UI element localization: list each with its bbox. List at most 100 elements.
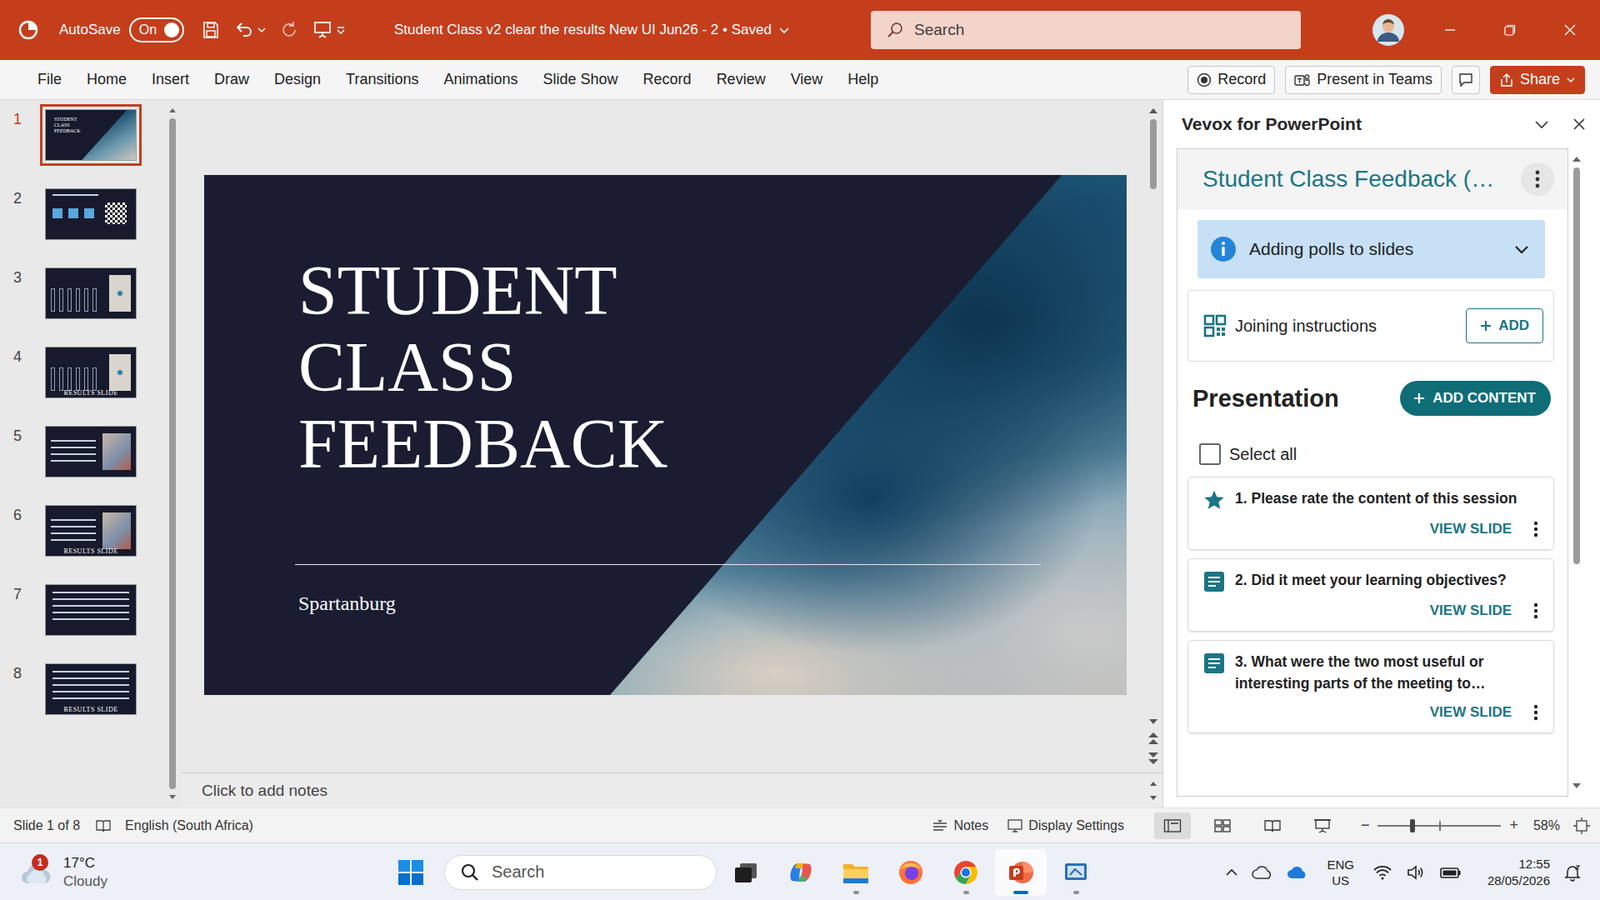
- thumbnail-scrollbar[interactable]: [166, 100, 179, 808]
- pane-scrollbar[interactable]: [1568, 148, 1585, 797]
- notes-scrollbar[interactable]: [1144, 780, 1163, 802]
- ribbon-tab[interactable]: Draw: [201, 67, 262, 92]
- redo-icon[interactable]: [279, 20, 300, 40]
- language[interactable]: English (South Africa): [125, 818, 254, 834]
- more-icon[interactable]: [1533, 704, 1539, 721]
- copilot-app[interactable]: [775, 849, 827, 896]
- powerpoint-app[interactable]: [995, 849, 1047, 896]
- notes-pane[interactable]: Click to add notes: [181, 772, 1163, 808]
- powerpoint-logo-icon[interactable]: [17, 19, 40, 41]
- more-icon[interactable]: [1533, 602, 1539, 620]
- slide-thumbnail[interactable]: [45, 188, 137, 240]
- sorter-view-button[interactable]: [1204, 812, 1241, 840]
- user-avatar[interactable]: [1371, 13, 1405, 47]
- scroll-thumb[interactable]: [1150, 119, 1157, 190]
- slide-thumbnail[interactable]: RESULTS SLIDE: [45, 505, 137, 557]
- undo-dropdown-icon[interactable]: [257, 25, 266, 35]
- comment-button[interactable]: [1451, 65, 1480, 95]
- select-all-row[interactable]: Select all: [1199, 443, 1568, 465]
- zoom-out-button[interactable]: −: [1355, 816, 1375, 835]
- restore-button[interactable]: [1480, 0, 1540, 60]
- thumbnail-row[interactable]: 6RESULTS SLIDE: [0, 505, 167, 585]
- start-presentation-icon[interactable]: [312, 20, 333, 40]
- thumbnail-row[interactable]: 5: [0, 425, 167, 505]
- add-joining-button[interactable]: ADD: [1465, 308, 1544, 344]
- firefox-app[interactable]: [885, 849, 937, 896]
- close-icon[interactable]: [1571, 116, 1587, 132]
- share-button[interactable]: Share: [1490, 65, 1585, 95]
- weather-widget[interactable]: 117°CCloudy: [0, 854, 392, 891]
- undo-icon[interactable]: [234, 20, 255, 40]
- chevron-down-icon[interactable]: [1533, 115, 1550, 133]
- thumbnail-row[interactable]: 8RESULTS SLIDE: [0, 663, 167, 743]
- close-button[interactable]: [1540, 0, 1600, 60]
- volume-icon[interactable]: [1405, 864, 1426, 881]
- save-icon[interactable]: [200, 20, 221, 40]
- autosave-toggle[interactable]: On: [129, 17, 185, 43]
- chrome-app[interactable]: [940, 849, 992, 896]
- taskbar-search[interactable]: Search: [444, 855, 717, 890]
- ribbon-tab[interactable]: Animations: [430, 67, 530, 92]
- ribbon-tab[interactable]: Slide Show: [530, 67, 631, 92]
- slide-thumbnail[interactable]: RESULTS SLIDE: [45, 346, 137, 399]
- zoom-slider[interactable]: [1377, 817, 1501, 835]
- minimize-button[interactable]: [1420, 0, 1480, 60]
- thumbnail-row[interactable]: 3: [0, 267, 167, 347]
- ribbon-tab[interactable]: Home: [74, 67, 140, 92]
- ribbon-tab[interactable]: Transitions: [333, 67, 431, 92]
- previous-slide-icon[interactable]: [1147, 730, 1160, 746]
- view-slide-link[interactable]: VIEW SLIDE: [1430, 520, 1512, 538]
- thumbnail-row[interactable]: 2: [0, 188, 167, 268]
- thumbnail-row[interactable]: 4RESULTS SLIDE: [0, 346, 167, 426]
- show-view-button[interactable]: [1304, 812, 1341, 840]
- ribbon-tab[interactable]: Record: [630, 67, 705, 92]
- ribbon-tab[interactable]: Review: [704, 67, 779, 92]
- view-slide-link[interactable]: VIEW SLIDE: [1430, 704, 1512, 721]
- reading-view-button[interactable]: [1254, 812, 1291, 840]
- editor-scrollbar[interactable]: [1144, 100, 1163, 773]
- accessibility-check-icon[interactable]: [95, 818, 112, 834]
- poll-card[interactable]: 1. Please rate the content of this sessi…: [1187, 476, 1555, 550]
- slide-subtitle[interactable]: Spartanburg: [298, 590, 1127, 616]
- ribbon-tab[interactable]: View: [778, 67, 836, 92]
- customize-toolbar-icon[interactable]: [335, 25, 346, 35]
- notes-button[interactable]: Notes: [931, 818, 989, 834]
- search-box[interactable]: Search: [870, 10, 1301, 50]
- select-all-checkbox[interactable]: [1199, 443, 1221, 465]
- thumbnail-row[interactable]: 7: [0, 584, 167, 664]
- slide-thumbnail[interactable]: STUDENT CLASS FEEDBACK: [45, 109, 137, 161]
- show-hidden-icons-icon[interactable]: [1225, 865, 1239, 880]
- poll-card[interactable]: 2. Did it meet your learning objectives?…: [1187, 558, 1555, 632]
- info-banner[interactable]: Adding polls to slides: [1197, 220, 1545, 279]
- ribbon-tab[interactable]: Help: [835, 67, 891, 92]
- scroll-thumb[interactable]: [1573, 167, 1580, 565]
- notification-bell-icon[interactable]: [1563, 863, 1582, 882]
- start-button[interactable]: [391, 853, 430, 892]
- more-icon[interactable]: [1533, 520, 1539, 538]
- slide[interactable]: STUDENTCLASSFEEDBACK Spartanburg: [204, 175, 1127, 695]
- normal-view-button[interactable]: [1154, 812, 1191, 840]
- view-slide-link[interactable]: VIEW SLIDE: [1430, 602, 1512, 620]
- taskview-app[interactable]: [720, 849, 772, 896]
- next-slide-icon[interactable]: [1147, 750, 1160, 766]
- slide-thumbnail[interactable]: [45, 267, 137, 320]
- slide-title[interactable]: STUDENTCLASSFEEDBACK: [298, 252, 1127, 483]
- presentation-name[interactable]: Student Class Feedback (…: [1202, 165, 1513, 193]
- onedrive-personal-icon[interactable]: [1251, 865, 1274, 880]
- zoom-thumb[interactable]: [1410, 819, 1415, 833]
- ribbon-tab[interactable]: Insert: [139, 67, 202, 92]
- scroll-thumb[interactable]: [169, 118, 176, 790]
- slide-thumbnail[interactable]: [45, 584, 137, 636]
- slide-thumbnail[interactable]: RESULTS SLIDE: [45, 663, 137, 715]
- ribbon-tab[interactable]: Design: [261, 67, 334, 92]
- wifi-icon[interactable]: [1372, 864, 1393, 881]
- ribbon-tab[interactable]: File: [25, 67, 75, 92]
- battery-icon[interactable]: [1439, 864, 1463, 881]
- zoom-level[interactable]: 58%: [1533, 818, 1560, 834]
- more-button[interactable]: [1520, 162, 1555, 196]
- add-content-button[interactable]: ADD CONTENT: [1400, 380, 1551, 416]
- onedrive-business-icon[interactable]: [1286, 865, 1309, 880]
- poll-card[interactable]: 3. What were the two most useful or inte…: [1187, 640, 1555, 734]
- display-settings-button[interactable]: Display Settings: [1006, 818, 1125, 834]
- thumbnail-row[interactable]: 1STUDENT CLASS FEEDBACK: [0, 109, 167, 189]
